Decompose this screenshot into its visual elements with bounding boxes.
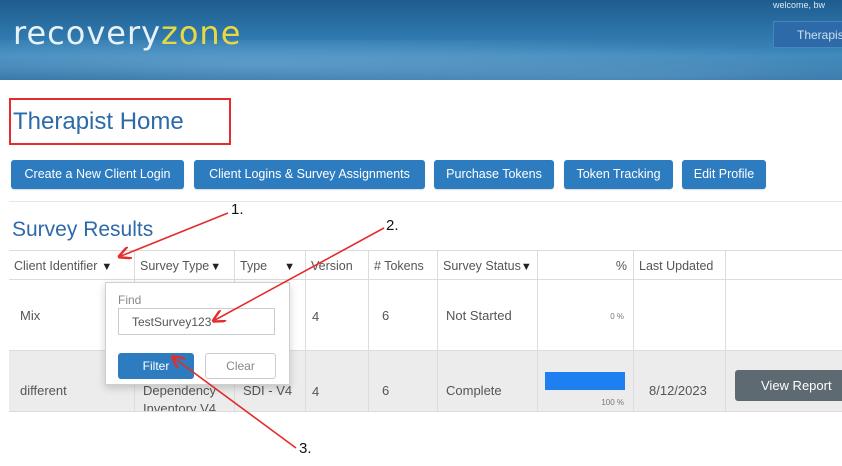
type-value: SDI - V4 xyxy=(243,383,293,398)
column-header-survey-status[interactable]: Survey Status▼ xyxy=(438,251,538,280)
therapist-menu-button[interactable]: Therapist xyxy=(773,21,842,48)
column-label: Last Updated xyxy=(639,259,714,273)
filter-funnel-icon[interactable]: ▼ xyxy=(284,261,295,273)
column-label: % xyxy=(615,259,627,273)
column-header-last-updated[interactable]: Last Updated xyxy=(634,251,726,280)
filter-popover: Find TestSurvey123 Filter Clear xyxy=(105,282,290,385)
purchase-tokens-button[interactable]: Purchase Tokens xyxy=(434,160,554,189)
logo-text-recovery: recovery xyxy=(13,14,162,52)
token-tracking-button[interactable]: Token Tracking xyxy=(564,160,673,189)
annotation-marker-3: 3. xyxy=(299,440,312,457)
cell-percent: 0 % xyxy=(538,280,634,350)
clear-button[interactable]: Clear xyxy=(205,353,276,379)
tokens-value: 6 xyxy=(382,383,390,398)
view-report-button[interactable]: View Report xyxy=(735,370,842,401)
column-label: # Tokens xyxy=(374,259,424,273)
last-updated-value: 8/12/2023 xyxy=(649,383,707,398)
cell-action xyxy=(726,280,842,350)
column-header-actions xyxy=(726,251,842,280)
status-value: Complete xyxy=(446,383,502,398)
cell-tokens: 6 xyxy=(369,351,438,411)
percent-label: 0 % xyxy=(610,312,624,321)
cell-tokens: 6 xyxy=(369,280,438,350)
column-header-tokens[interactable]: # Tokens xyxy=(369,251,438,280)
version-value: 4 xyxy=(312,309,320,324)
filter-funnel-icon[interactable]: ▼ xyxy=(101,261,112,273)
header-banner: recoveryzone welcome, bw Therapist xyxy=(0,0,842,80)
version-value: 4 xyxy=(312,384,320,399)
recoveryzone-logo[interactable]: recoveryzone xyxy=(13,14,241,52)
filter-funnel-icon[interactable]: ▼ xyxy=(521,261,532,273)
column-header-survey-type[interactable]: Survey Type▼ xyxy=(135,251,235,280)
edit-profile-button[interactable]: Edit Profile xyxy=(682,160,766,189)
cell-status: Not Started xyxy=(438,280,538,350)
client-identifier: different xyxy=(20,383,67,398)
annotation-marker-1: 1. xyxy=(231,201,244,218)
table-header-row: Client Identifier ▼ Survey Type▼ Type ▼ Ve… xyxy=(9,250,842,280)
find-input[interactable]: TestSurvey123 xyxy=(118,308,275,335)
filter-funnel-icon[interactable]: ▼ xyxy=(210,261,221,273)
cell-version: 4 xyxy=(306,351,369,411)
column-label: Survey Status xyxy=(443,259,521,273)
column-header-version[interactable]: Version xyxy=(306,251,369,280)
cell-percent: 100 % xyxy=(538,351,634,411)
survey-type-line: Inventory V4 xyxy=(143,401,216,411)
find-label: Find xyxy=(118,293,142,307)
tokens-value: 6 xyxy=(382,308,390,323)
survey-results-heading: Survey Results xyxy=(12,218,154,241)
column-label: Survey Type xyxy=(140,259,210,273)
welcome-text: welcome, bw xyxy=(773,0,826,10)
percent-label: 100 % xyxy=(601,398,624,407)
cell-last-updated: 8/12/2023 xyxy=(634,351,726,411)
client-identifier: Mix xyxy=(20,308,41,323)
column-header-type[interactable]: Type ▼ xyxy=(235,251,306,280)
status-value: Not Started xyxy=(446,308,512,323)
column-label: Type xyxy=(240,259,268,273)
client-logins-survey-assignments-button[interactable]: Client Logins & Survey Assignments xyxy=(194,160,425,189)
page-title: Therapist Home xyxy=(9,98,231,145)
column-label: Version xyxy=(311,259,353,273)
filter-button[interactable]: Filter xyxy=(118,353,194,379)
column-header-percent[interactable]: % xyxy=(538,251,634,280)
cell-last-updated xyxy=(634,280,726,350)
create-client-login-button[interactable]: Create a New Client Login xyxy=(11,160,184,189)
column-header-client-identifier[interactable]: Client Identifier ▼ xyxy=(9,251,135,280)
progress-bar xyxy=(545,372,625,390)
divider xyxy=(9,201,842,202)
cell-status: Complete xyxy=(438,351,538,411)
cell-version: 4 xyxy=(306,280,369,350)
annotation-marker-2: 2. xyxy=(386,217,399,234)
logo-text-zone: zone xyxy=(161,14,242,52)
survey-type-line: Dependency xyxy=(143,383,216,398)
column-label: Client Identifier xyxy=(14,259,98,273)
